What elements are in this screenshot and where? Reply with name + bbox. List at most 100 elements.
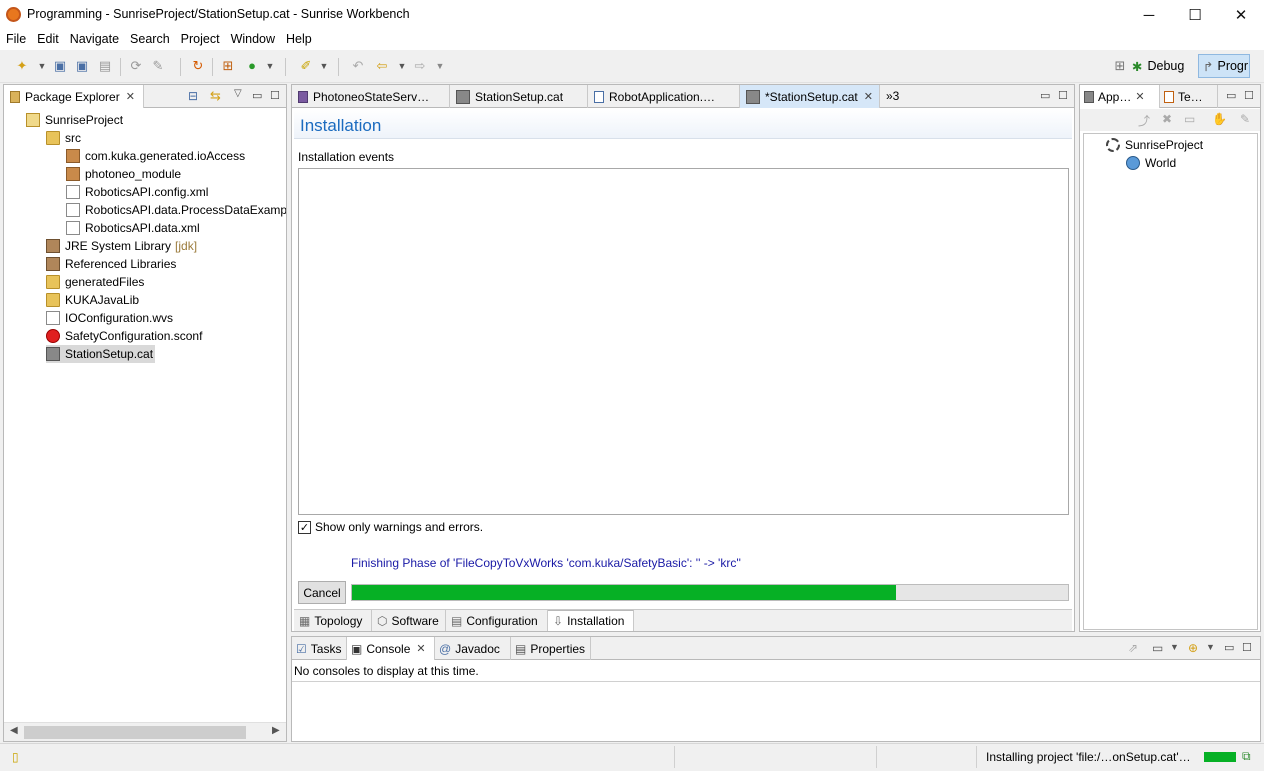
minimize-view-icon[interactable]: ▭ bbox=[1224, 641, 1234, 654]
application-icon bbox=[1084, 90, 1094, 103]
menu-edit[interactable]: Edit bbox=[31, 30, 64, 50]
new-dropdown-icon[interactable]: ▼ bbox=[34, 58, 50, 74]
tree-item-config-xml[interactable]: RoboticsAPI.config.xml bbox=[66, 183, 208, 201]
window-icon[interactable]: ▭ bbox=[1184, 112, 1195, 126]
tree-item-ioconfiguration[interactable]: IOConfiguration.wvs bbox=[46, 309, 173, 327]
menu-project[interactable]: Project bbox=[175, 30, 225, 50]
tree-item-processdata[interactable]: RoboticsAPI.data.ProcessDataExample bbox=[66, 201, 286, 219]
pen-icon[interactable]: ✐ bbox=[298, 58, 314, 74]
fast-view-icon[interactable]: ▯ bbox=[12, 750, 19, 764]
cancel-button[interactable]: Cancel bbox=[298, 581, 346, 604]
maximize-view-icon[interactable]: ☐ bbox=[1242, 641, 1252, 654]
tree-item-generatedfiles[interactable]: generatedFiles bbox=[46, 273, 144, 291]
editor-tab-stationsetup-dirty[interactable]: *StationSetup.cat ✕ bbox=[740, 85, 880, 108]
package-new-icon[interactable]: ⊞ bbox=[220, 58, 236, 74]
edit-icon[interactable]: ✎ bbox=[1240, 112, 1250, 126]
display-console-icon[interactable]: ▭ bbox=[1152, 641, 1163, 655]
station-tab-installation[interactable]: ⇩ Installation bbox=[548, 610, 634, 631]
station-tab-topology[interactable]: ▦ Topology bbox=[294, 610, 372, 631]
perspective-programming[interactable]: ↱ Progr bbox=[1198, 54, 1250, 78]
installation-events-list[interactable] bbox=[298, 168, 1069, 515]
scroll-right-icon[interactable]: ▶ bbox=[272, 725, 280, 736]
tree-item-kukajavalib[interactable]: KUKAJavaLib bbox=[46, 291, 139, 309]
open-perspective-icon[interactable]: ⊞ bbox=[1112, 58, 1128, 74]
tree-item-safetyconfiguration[interactable]: SafetyConfiguration.sconf bbox=[46, 327, 202, 345]
view-menu-icon[interactable]: ▽ bbox=[234, 88, 242, 99]
minimize-button[interactable]: ─ bbox=[1126, 0, 1172, 30]
forward-dropdown-icon[interactable]: ▼ bbox=[432, 58, 448, 74]
tab-javadoc[interactable]: @ Javadoc bbox=[435, 637, 511, 660]
minimize-view-icon[interactable]: ▭ bbox=[252, 89, 262, 102]
status-progress-indicator[interactable] bbox=[1204, 752, 1236, 762]
add-frame-icon[interactable]: ⤴ bbox=[1138, 112, 1150, 129]
scrollbar-thumb[interactable] bbox=[24, 726, 246, 739]
tree-item-sunriseproject[interactable]: SunriseProject bbox=[26, 111, 123, 129]
menu-help[interactable]: Help bbox=[280, 30, 317, 50]
tab-console[interactable]: ▣ Console ✕ bbox=[347, 637, 435, 660]
refresh-icon[interactable]: ↻ bbox=[190, 58, 206, 74]
editor-tab-stationsetup[interactable]: StationSetup.cat bbox=[450, 85, 588, 108]
editor-tab-robotapplication[interactable]: RobotApplication.… bbox=[588, 85, 740, 108]
station-tab-configuration[interactable]: ▤ Configuration bbox=[446, 610, 548, 631]
warnings-checkbox-row[interactable]: ✓ Show only warnings and errors. bbox=[298, 520, 483, 534]
maximize-view-icon[interactable]: ☐ bbox=[1058, 89, 1068, 102]
new-class-icon[interactable]: ● bbox=[244, 58, 260, 74]
close-icon[interactable]: ✕ bbox=[1135, 90, 1144, 103]
tree-item-ioaccess[interactable]: com.kuka.generated.ioAccess bbox=[66, 147, 245, 165]
horizontal-scrollbar[interactable]: ◀ ▶ bbox=[4, 722, 286, 741]
delete-icon[interactable]: ✖ bbox=[1162, 112, 1172, 126]
editor-tabs-overflow[interactable]: »3 bbox=[886, 89, 899, 103]
hand-icon[interactable]: ✋ bbox=[1212, 112, 1227, 126]
station-tab-software[interactable]: ⬡ Software bbox=[372, 610, 446, 631]
open-console-dropdown-icon[interactable]: ▼ bbox=[1206, 642, 1215, 652]
tree-item-sunriseproject[interactable]: SunriseProject bbox=[1106, 136, 1203, 154]
tab-templates[interactable]: Te… bbox=[1160, 85, 1218, 108]
minimize-view-icon[interactable]: ▭ bbox=[1040, 89, 1050, 102]
minimize-view-icon[interactable]: ▭ bbox=[1226, 89, 1236, 102]
open-console-icon[interactable]: ⊕ bbox=[1188, 641, 1198, 655]
close-icon[interactable]: ✕ bbox=[416, 642, 425, 655]
menu-navigate[interactable]: Navigate bbox=[64, 30, 124, 50]
link-with-editor-icon[interactable]: ⇆ bbox=[210, 88, 221, 104]
tab-properties[interactable]: ▤ Properties bbox=[511, 637, 591, 660]
perspective-debug[interactable]: ✱ Debug bbox=[1132, 55, 1184, 77]
print-icon[interactable]: ▤ bbox=[97, 58, 113, 74]
menu-file[interactable]: File bbox=[0, 30, 31, 50]
save-all-icon[interactable]: ▣ bbox=[74, 58, 90, 74]
menu-search[interactable]: Search bbox=[124, 30, 175, 50]
last-edit-icon[interactable]: ↶ bbox=[350, 58, 366, 74]
tab-tasks[interactable]: ☑ Tasks bbox=[292, 637, 347, 660]
close-icon[interactable]: ✕ bbox=[126, 90, 135, 103]
display-dropdown-icon[interactable]: ▼ bbox=[1170, 642, 1179, 652]
class-dropdown-icon[interactable]: ▼ bbox=[262, 58, 278, 74]
back-icon[interactable]: ⇦ bbox=[374, 58, 390, 74]
close-icon[interactable]: ✕ bbox=[864, 90, 873, 103]
menu-window[interactable]: Window bbox=[225, 30, 280, 50]
editor-tab-photoneostate[interactable]: PhotoneoStateServ… bbox=[292, 85, 450, 108]
save-icon[interactable]: ▣ bbox=[52, 58, 68, 74]
tree-item-jre-library[interactable]: JRE System Library [jdk] bbox=[46, 237, 197, 255]
tools-icon[interactable]: ✎ bbox=[150, 58, 166, 74]
pin-console-icon[interactable]: ⇗ bbox=[1128, 641, 1138, 655]
tree-item-data-xml[interactable]: RoboticsAPI.data.xml bbox=[66, 219, 200, 237]
tree-item-photoneo-module[interactable]: photoneo_module bbox=[66, 165, 181, 183]
tree-item-stationsetup[interactable]: StationSetup.cat bbox=[46, 345, 156, 363]
maximize-button[interactable]: ☐ bbox=[1172, 0, 1218, 30]
tab-package-explorer[interactable]: Package Explorer ✕ bbox=[4, 85, 144, 108]
new-icon[interactable]: ✦ bbox=[14, 58, 30, 74]
close-button[interactable]: ✕ bbox=[1218, 0, 1264, 30]
tree-item-referenced-libraries[interactable]: Referenced Libraries bbox=[46, 255, 176, 273]
sync-icon[interactable]: ⟳ bbox=[128, 58, 144, 74]
tab-applications[interactable]: App… ✕ bbox=[1080, 85, 1160, 108]
progress-view-icon[interactable]: ⧉ bbox=[1242, 749, 1251, 764]
forward-icon[interactable]: ⇨ bbox=[412, 58, 428, 74]
maximize-view-icon[interactable]: ☐ bbox=[1244, 89, 1254, 102]
tree-item-world[interactable]: World bbox=[1126, 154, 1176, 172]
tree-item-src[interactable]: src bbox=[46, 129, 81, 147]
maximize-view-icon[interactable]: ☐ bbox=[270, 89, 280, 102]
back-dropdown-icon[interactable]: ▼ bbox=[394, 58, 410, 74]
collapse-all-icon[interactable]: ⊟ bbox=[188, 89, 198, 103]
warnings-checkbox[interactable]: ✓ bbox=[298, 520, 311, 534]
pen-dropdown-icon[interactable]: ▼ bbox=[316, 58, 332, 74]
scroll-left-icon[interactable]: ◀ bbox=[10, 725, 18, 736]
